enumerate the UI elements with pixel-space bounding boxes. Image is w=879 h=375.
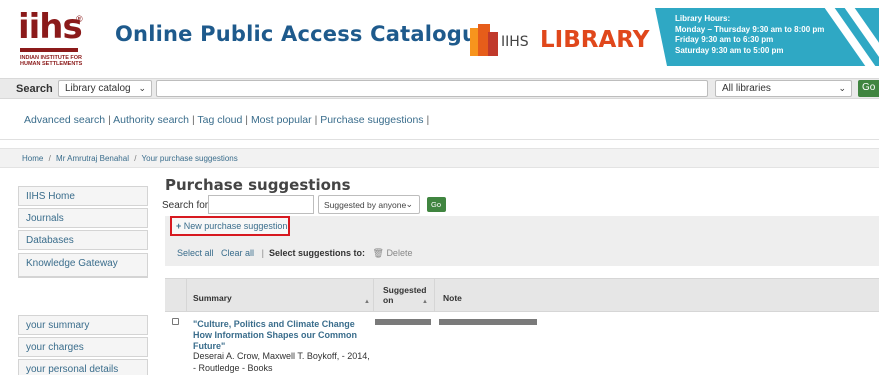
new-purchase-suggestion-button[interactable]: + New purchase suggestion — [170, 216, 290, 236]
table-header — [165, 278, 879, 312]
library-logo-prefix: IIHS — [501, 34, 529, 50]
link-tag-cloud[interactable]: Tag cloud — [197, 114, 242, 126]
page-title: Purchase suggestions — [165, 176, 351, 194]
search-go-button[interactable]: Go — [858, 80, 879, 97]
link-advanced-search[interactable]: Advanced search — [24, 114, 105, 126]
breadcrumb-current[interactable]: Your purchase suggestions — [142, 154, 238, 163]
search-for-input[interactable] — [208, 195, 314, 214]
delete-action[interactable]: 🗑 Delete — [372, 248, 412, 258]
sidebar-item-your-summary[interactable]: your summary — [18, 315, 148, 335]
suggested-by-select-value: Suggested by anyone — [324, 200, 407, 210]
iihs-logo[interactable]: iihs ® INDIAN INSTITUTE FOR HUMAN SETTLE… — [18, 10, 88, 70]
libraries-select[interactable]: All libraries ⌄ — [715, 80, 852, 97]
library-logo-icon — [470, 24, 498, 56]
search-bar: Search Library catalog ⌄ All libraries ⌄… — [0, 78, 879, 99]
sidebar-item-iihs-home[interactable]: IIHS Home — [18, 186, 148, 206]
sidebar-item-knowledge-gateway[interactable]: Knowledge Gateway — [18, 253, 148, 277]
sidebar-item-your-charges[interactable]: your charges — [18, 337, 148, 357]
registered-mark-icon: ® — [76, 14, 83, 24]
sidebar-item-journals[interactable]: Journals — [18, 208, 148, 228]
filter-go-button[interactable]: Go — [427, 197, 446, 212]
breadcrumb-user[interactable]: Mr Amrutraj Benahal — [56, 154, 129, 163]
column-header-suggested-on[interactable]: Suggested on — [383, 285, 426, 305]
suggestion-title-link[interactable]: "Culture, Politics and Climate Change Ho… — [193, 319, 373, 352]
trash-icon: 🗑 — [372, 248, 384, 258]
row-checkbox[interactable] — [172, 318, 179, 325]
link-most-popular[interactable]: Most popular — [251, 114, 312, 126]
more-searches-links: Advanced search | Authority search | Tag… — [24, 114, 430, 126]
logo-subtitle: INDIAN INSTITUTE FOR HUMAN SETTLEMENTS — [20, 55, 83, 67]
catalog-select-value: Library catalog — [65, 83, 131, 94]
breadcrumb-home[interactable]: Home — [22, 154, 43, 163]
site-title: Online Public Access Catalogue — [115, 22, 492, 46]
plus-icon: + — [176, 221, 182, 231]
column-header-summary[interactable]: Summary — [193, 293, 232, 303]
suggestion-details: Deserai A. Crow, Maxwell T. Boykoff, - 2… — [193, 351, 370, 373]
link-authority-search[interactable]: Authority search — [113, 114, 189, 126]
logo-underline — [20, 48, 78, 52]
more-searches-bar: Advanced search | Authority search | Tag… — [0, 100, 879, 140]
sidebar-spacer — [18, 277, 148, 317]
library-hours-banner: Library Hours: Monday – Thursday 9:30 am… — [655, 8, 879, 66]
clear-all-link[interactable]: Clear all — [221, 248, 254, 258]
sort-icon[interactable]: ▲ — [422, 299, 428, 305]
new-purchase-suggestion-label: New purchase suggestion — [183, 221, 288, 231]
search-label: Search — [16, 83, 53, 95]
library-logo: IIHS LIBRARY — [470, 24, 649, 56]
search-for-label: Search for: — [162, 200, 211, 211]
chevron-down-icon: ⌄ — [405, 199, 413, 209]
selection-tools: Select all Clear all | Select suggestion… — [177, 248, 413, 258]
sidebar-item-your-personal-details[interactable]: your personal details — [18, 359, 148, 375]
chevron-down-icon: ⌄ — [838, 83, 846, 93]
site-header: iihs ® INDIAN INSTITUTE FOR HUMAN SETTLE… — [0, 0, 879, 78]
search-input[interactable] — [156, 80, 708, 97]
column-header-note[interactable]: Note — [443, 293, 462, 303]
chevron-down-icon: ⌄ — [138, 83, 146, 93]
sort-up-icon[interactable]: ▲ — [364, 299, 370, 305]
hours-line-saturday: Saturday 9:30 am to 5:00 pm — [675, 45, 784, 55]
suggested-by-select[interactable]: Suggested by anyone ⌄ — [318, 195, 420, 214]
sidebar-item-databases[interactable]: Databases — [18, 230, 148, 250]
breadcrumb: Home / Mr Amrutraj Benahal / Your purcha… — [22, 154, 238, 163]
select-all-link[interactable]: Select all — [177, 248, 214, 258]
library-logo-word: LIBRARY — [540, 27, 650, 53]
note-redacted — [439, 319, 537, 325]
select-suggestions-label: Select suggestions to: — [268, 248, 365, 258]
hours-heading: Library Hours: — [675, 14, 731, 23]
libraries-select-value: All libraries — [722, 83, 771, 94]
link-purchase-suggestions[interactable]: Purchase suggestions — [320, 114, 423, 126]
breadcrumb-bar: Home / Mr Amrutraj Benahal / Your purcha… — [0, 148, 879, 168]
catalog-select[interactable]: Library catalog ⌄ — [58, 80, 152, 97]
suggested-on-redacted — [375, 319, 431, 325]
